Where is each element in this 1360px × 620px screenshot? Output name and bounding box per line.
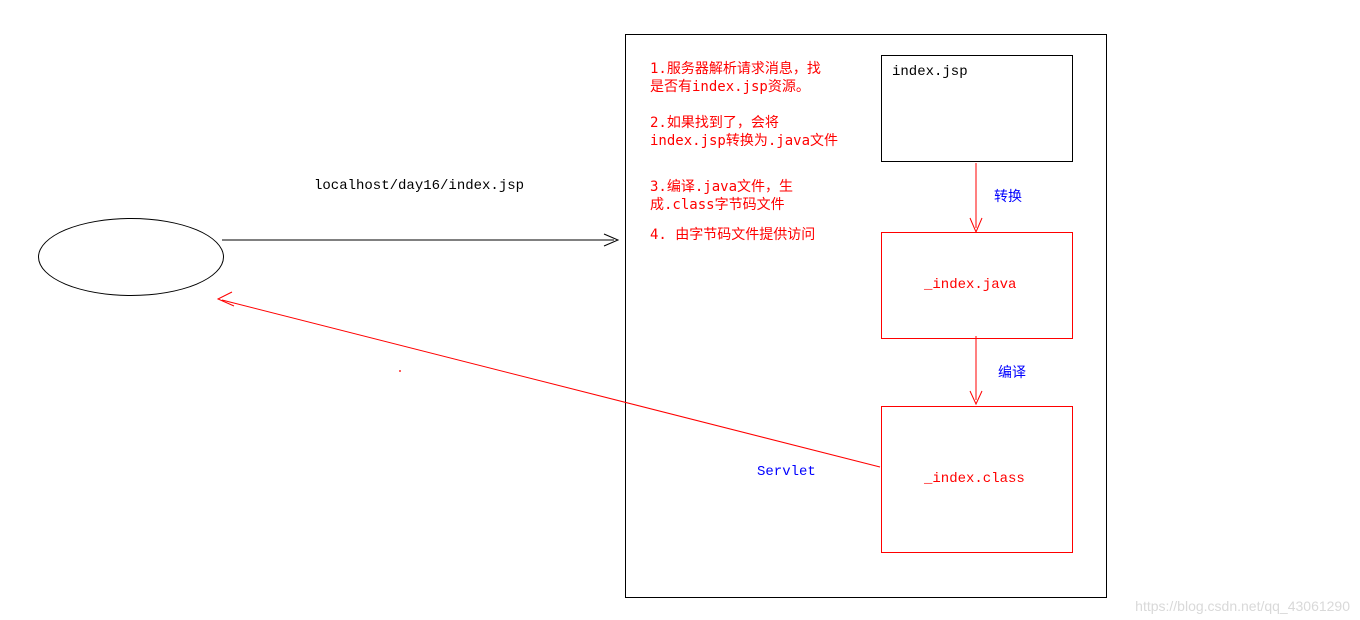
step-1: 1.服务器解析请求消息，找 是否有index.jsp资源。 [650, 60, 821, 96]
box-index-java-label: _index.java [924, 277, 1016, 293]
request-url: localhost/day16/index.jsp [314, 178, 524, 194]
step-4: 4. 由字节码文件提供访问 [650, 224, 815, 244]
box-index-class: _index.class [881, 406, 1073, 553]
diagram-root: localhost/day16/index.jsp 1.服务器解析请求消息，找 … [0, 0, 1360, 620]
compile-label: 编译 [998, 362, 1026, 382]
step-2: 2.如果找到了，会将 index.jsp转换为.java文件 [650, 114, 838, 150]
watermark: https://blog.csdn.net/qq_43061290 [1135, 598, 1350, 614]
box-index-jsp: index.jsp [881, 55, 1073, 162]
box-index-class-label: _index.class [924, 471, 1025, 487]
step-3: 3.编译.java文件，生 成.class字节码文件 [650, 178, 793, 214]
box-index-jsp-label: index.jsp [892, 64, 968, 80]
servlet-label: Servlet [757, 464, 816, 480]
client-ellipse [38, 218, 224, 296]
box-index-java: _index.java [881, 232, 1073, 339]
dot [399, 370, 401, 372]
convert-label: 转换 [994, 186, 1022, 206]
